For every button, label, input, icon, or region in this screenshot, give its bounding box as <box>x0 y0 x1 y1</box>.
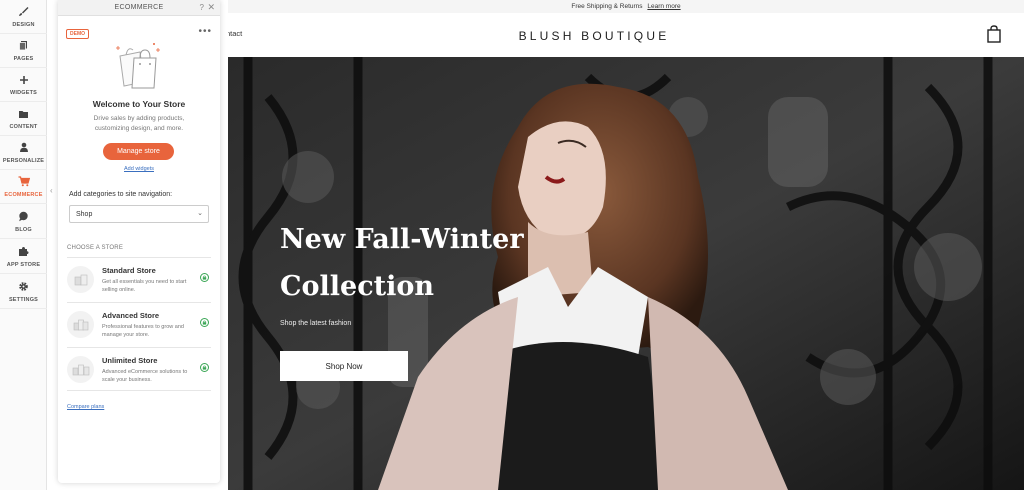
manage-store-button[interactable]: Manage store <box>103 143 174 160</box>
demo-badge: DEMO <box>66 29 89 39</box>
hero-banner: New Fall-Winter Collection Shop the late… <box>228 57 1024 490</box>
gear-icon <box>18 281 30 293</box>
plus-icon <box>18 74 30 86</box>
category-select[interactable]: Shop ⌄ <box>69 205 209 223</box>
sidebar-item-label: APP STORE <box>6 261 41 268</box>
store-option-unlimited[interactable]: Unlimited Store Advanced eCommerce solut… <box>67 347 211 391</box>
lock-icon <box>200 273 209 282</box>
sidebar-item-widgets[interactable]: WIDGETS <box>0 68 47 102</box>
site-preview: Free Shipping & Returns Learn more ntact… <box>228 0 1024 490</box>
sidebar-item-label: PAGES <box>13 55 34 62</box>
store-thumbnail-icon <box>67 356 94 383</box>
chat-bubble-icon <box>18 211 30 223</box>
sidebar-item-label: SETTINGS <box>8 296 39 303</box>
cart-icon <box>18 176 30 188</box>
site-brand[interactable]: BLUSH BOUTIQUE <box>228 29 960 43</box>
store-name: Advanced Store <box>102 311 160 320</box>
sidebar-item-label: WIDGETS <box>9 89 38 96</box>
panel-title: ECOMMERCE <box>114 4 164 11</box>
shopping-bags-illustration <box>114 42 164 90</box>
folder-icon <box>18 108 30 120</box>
lock-icon <box>200 363 209 372</box>
sidebar-item-content[interactable]: CONTENT <box>0 102 47 136</box>
puzzle-icon <box>18 246 30 258</box>
hero-title-line-1: New Fall-Winter <box>280 224 524 255</box>
editor-sidebar: DESIGN PAGES WIDGETS CONTENT PERSONALIZE… <box>0 0 47 490</box>
shopping-bag-icon[interactable] <box>987 25 1001 43</box>
learn-more-link[interactable]: Learn more <box>647 3 680 10</box>
site-header: ntact BLUSH BOUTIQUE <box>228 13 1024 57</box>
store-name: Unlimited Store <box>102 356 158 365</box>
sidebar-item-label: DESIGN <box>12 21 35 28</box>
hero-subtitle: Shop the latest fashion <box>280 320 352 327</box>
sidebar-item-settings[interactable]: SETTINGS <box>0 275 47 309</box>
sidebar-item-ecommerce[interactable]: ECOMMERCE <box>0 170 47 204</box>
store-description: Professional features to grow and manage… <box>102 324 184 338</box>
panel-header: ECOMMERCE ? ✕ <box>58 0 220 16</box>
panel-pointer-icon: ‹ <box>50 186 53 195</box>
help-icon[interactable]: ? <box>200 3 204 12</box>
store-thumbnail-icon <box>67 266 94 293</box>
store-description: Advanced eCommerce solutions to scale yo… <box>102 369 188 383</box>
store-option-advanced[interactable]: Advanced Store Professional features to … <box>67 302 211 346</box>
sidebar-item-pages[interactable]: PAGES <box>0 34 47 68</box>
welcome-description: Drive sales by adding products, customiz… <box>93 115 185 132</box>
add-widgets-link[interactable]: Add widgets <box>58 166 220 172</box>
announcement-bar: Free Shipping & Returns Learn more <box>228 0 1024 13</box>
store-name: Standard Store <box>102 266 156 275</box>
sidebar-item-label: PERSONALIZE <box>2 157 45 164</box>
lock-icon <box>200 318 209 327</box>
store-option-standard[interactable]: Standard Store Get all essentials you ne… <box>67 257 211 301</box>
sidebar-item-label: BLOG <box>15 226 32 233</box>
shop-now-button[interactable]: Shop Now <box>280 351 408 381</box>
pages-icon <box>18 40 30 52</box>
store-thumbnail-icon <box>67 311 94 338</box>
close-icon[interactable]: ✕ <box>207 2 215 13</box>
more-options-icon[interactable]: ••• <box>198 26 212 37</box>
sidebar-item-label: CONTENT <box>9 123 38 130</box>
sidebar-item-design[interactable]: DESIGN <box>0 0 47 34</box>
ecommerce-panel: ECOMMERCE ? ✕ DEMO ••• Welcome to Your S… <box>58 0 220 483</box>
brush-icon <box>18 6 30 18</box>
hero-title-line-2: Collection <box>280 271 434 302</box>
sidebar-item-label: ECOMMERCE <box>4 191 43 198</box>
compare-plans-link[interactable]: Compare plans <box>67 404 104 410</box>
welcome-title: Welcome to Your Store <box>92 99 186 109</box>
store-description: Get all essentials you need to start sel… <box>102 279 187 293</box>
person-icon <box>18 142 30 154</box>
choose-store-heading: CHOOSE A STORE <box>67 245 124 251</box>
sidebar-item-app-store[interactable]: APP STORE <box>0 240 47 274</box>
hero-title: New Fall-Winter Collection <box>280 216 600 310</box>
sidebar-item-personalize[interactable]: PERSONALIZE <box>0 136 47 170</box>
announcement-text: Free Shipping & Returns <box>571 3 643 10</box>
sidebar-item-blog[interactable]: BLOG <box>0 205 47 239</box>
category-select-value: Shop <box>76 210 93 218</box>
category-nav-label: Add categories to site navigation: <box>69 191 173 198</box>
chevron-down-icon: ⌄ <box>197 210 203 217</box>
